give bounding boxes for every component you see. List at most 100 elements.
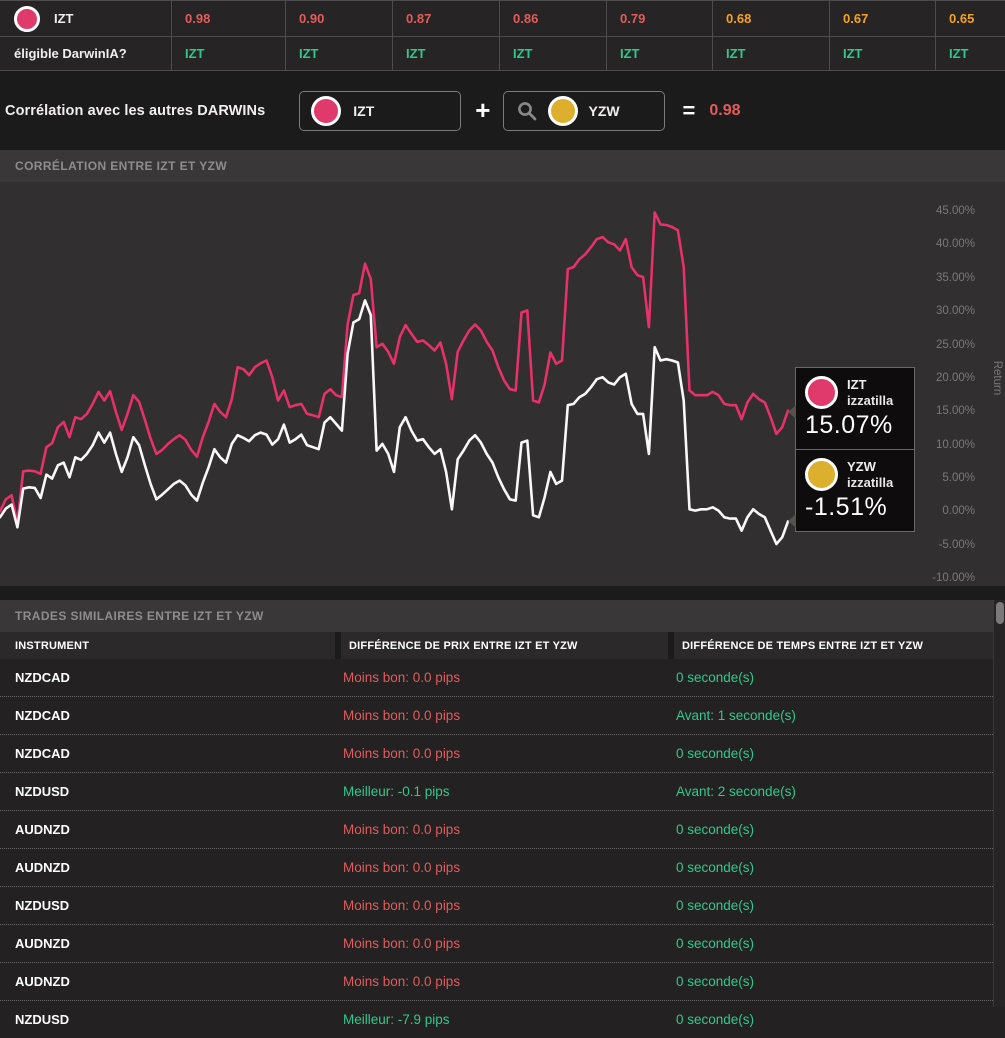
time-diff-cell: 0 seconde(s) [668, 822, 1005, 837]
tooltip-izt-icon [805, 376, 838, 409]
tooltip-izt-name: IZT [847, 377, 893, 393]
tooltip-izt-arrow-icon [788, 405, 796, 419]
darwin1-code: IZT [353, 103, 374, 119]
darwin1-select[interactable]: IZT [299, 91, 461, 131]
trades-section-title: TRADES SIMILAIRES ENTRE IZT ET YZW [15, 609, 264, 623]
tooltip-izt-value: 15.07% [805, 411, 905, 440]
price-diff-cell: Moins bon: 0.0 pips [335, 708, 668, 723]
matrix-correlation-cell: 0.65 [936, 1, 1005, 36]
y-tick-label: 25.00% [905, 339, 975, 351]
matrix-correlation-cell: 0.68 [713, 1, 830, 36]
correlation-matrix: IZT 0.980.900.870.860.790.680.670.65 éli… [0, 0, 1005, 71]
matrix-eligible-row: éligible DarwinIA? IZTIZTIZTIZTIZTIZTIZT… [0, 37, 1005, 70]
table-row: AUDNZDMoins bon: 0.0 pips0 seconde(s) [0, 849, 1005, 887]
y-tick-label: 40.00% [905, 238, 975, 250]
trades-table-header: INSTRUMENT DIFFÉRENCE DE PRIX ENTRE IZT … [0, 632, 1005, 659]
price-diff-cell: Moins bon: 0.0 pips [335, 936, 668, 951]
instrument-cell: NZDUSD [0, 1012, 335, 1027]
darwin-izt-icon [14, 6, 40, 32]
matrix-eligible-darwin-link[interactable]: IZT [936, 37, 1005, 70]
tooltip-yzw-name: YZW [847, 459, 893, 475]
selector-label: Corrélation avec les autres DARWINs [5, 103, 265, 119]
matrix-correlation-cell: 0.67 [830, 1, 936, 36]
darwin1-izt-icon [311, 96, 341, 126]
y-tick-label: 35.00% [905, 272, 975, 284]
darwin2-search-select[interactable]: YZW [503, 91, 665, 131]
chart-plot-area[interactable] [0, 182, 920, 586]
matrix-eligible-darwin-link[interactable]: IZT [286, 37, 393, 70]
table-row: NZDUSDMeilleur: -7.9 pips0 seconde(s) [0, 1001, 1005, 1038]
matrix-eligible-header-cell: éligible DarwinIA? [0, 37, 172, 70]
instrument-cell: AUDNZD [0, 822, 335, 837]
tooltip-yzw-icon [805, 458, 838, 491]
y-tick-label: 30.00% [905, 305, 975, 317]
tooltip-yzw-arrow-icon [788, 514, 796, 528]
y-tick-label: 15.00% [905, 405, 975, 417]
instrument-cell: NZDUSD [0, 898, 335, 913]
correlation-chart[interactable]: 45.00% 40.00% 35.00% 30.00% 25.00% 20.00% 15.0… [0, 182, 1005, 586]
trades-section-header: TRADES SIMILAIRES ENTRE IZT ET YZW [0, 600, 1005, 632]
correlation-result: 0.98 [709, 102, 740, 120]
table-row: AUDNZDMoins bon: 0.0 pips0 seconde(s) [0, 963, 1005, 1001]
series-line-izt [0, 212, 788, 523]
plus-operator: + [475, 95, 490, 126]
y-tick-label: 45.00% [905, 205, 975, 217]
table-row: NZDCADMoins bon: 0.0 pips0 seconde(s) [0, 735, 1005, 773]
darwin2-code: YZW [588, 103, 619, 119]
instrument-cell: NZDCAD [0, 670, 335, 685]
time-diff-cell: 0 seconde(s) [668, 860, 1005, 875]
time-diff-cell: 0 seconde(s) [668, 936, 1005, 951]
similar-trades-section: TRADES SIMILAIRES ENTRE IZT ET YZW INSTR… [0, 600, 1005, 1038]
matrix-darwin-row: IZT 0.980.900.870.860.790.680.670.65 [0, 1, 1005, 37]
tooltip-yzw-owner: izzatilla [847, 475, 893, 490]
table-row: AUDNZDMoins bon: 0.0 pips0 seconde(s) [0, 925, 1005, 963]
price-diff-cell: Moins bon: 0.0 pips [335, 670, 668, 685]
y-tick-label: 5.00% [905, 472, 975, 484]
matrix-eligible-darwin-link[interactable]: IZT [607, 37, 713, 70]
y-tick-label: -10.00% [905, 572, 975, 584]
instrument-cell: AUDNZD [0, 860, 335, 875]
matrix-eligible-label: éligible DarwinIA? [14, 46, 127, 61]
matrix-eligible-darwin-link[interactable]: IZT [500, 37, 607, 70]
matrix-darwin-cell[interactable]: IZT [0, 1, 172, 36]
col-header-price-diff: DIFFÉRENCE DE PRIX ENTRE IZT ET YZW [335, 632, 668, 659]
price-diff-cell: Moins bon: 0.0 pips [335, 822, 668, 837]
chart-section-title: CORRÉLATION ENTRE IZT ET YZW [15, 159, 227, 173]
instrument-cell: NZDUSD [0, 784, 335, 799]
price-diff-cell: Meilleur: -7.9 pips [335, 1012, 668, 1027]
matrix-eligible-darwin-link[interactable]: IZT [830, 37, 936, 70]
trades-table-body: NZDCADMoins bon: 0.0 pips0 seconde(s)NZD… [0, 659, 1005, 1038]
matrix-eligible-darwin-link[interactable]: IZT [393, 37, 500, 70]
instrument-cell: AUDNZD [0, 936, 335, 951]
time-diff-cell: 0 seconde(s) [668, 898, 1005, 913]
time-diff-cell: 0 seconde(s) [668, 974, 1005, 989]
instrument-cell: AUDNZD [0, 974, 335, 989]
vertical-scrollbar[interactable] [993, 600, 1005, 1007]
instrument-cell: NZDCAD [0, 708, 335, 723]
matrix-eligible-darwin-link[interactable]: IZT [713, 37, 830, 70]
y-tick-label: 20.00% [905, 372, 975, 384]
tooltip-yzw-value: -1.51% [805, 493, 905, 522]
table-row: NZDCADMoins bon: 0.0 pipsAvant: 1 second… [0, 697, 1005, 735]
time-diff-cell: 0 seconde(s) [668, 1012, 1005, 1027]
matrix-darwin-label: IZT [54, 11, 74, 26]
table-row: NZDCADMoins bon: 0.0 pips0 seconde(s) [0, 659, 1005, 697]
tooltip-izt-box: IZT izzatilla 15.07% [795, 367, 915, 450]
price-diff-cell: Moins bon: 0.0 pips [335, 746, 668, 761]
matrix-eligible-darwin-link[interactable]: IZT [172, 37, 286, 70]
search-icon [516, 100, 538, 122]
matrix-correlation-cell: 0.87 [393, 1, 500, 36]
time-diff-cell: Avant: 2 seconde(s) [668, 784, 1005, 799]
price-diff-cell: Moins bon: 0.0 pips [335, 974, 668, 989]
tooltip-yzw-box: YZW izzatilla -1.51% [795, 449, 915, 532]
chart-tooltip: IZT izzatilla 15.07% YZW izzatilla -1.51… [795, 367, 915, 532]
chart-section-header: CORRÉLATION ENTRE IZT ET YZW [0, 150, 1005, 182]
scrollbar-thumb[interactable] [996, 602, 1004, 624]
y-tick-label: 0.00% [905, 505, 975, 517]
spacer [0, 586, 1005, 600]
price-diff-cell: Meilleur: -0.1 pips [335, 784, 668, 799]
table-row: NZDUSDMoins bon: 0.0 pips0 seconde(s) [0, 887, 1005, 925]
matrix-correlation-cell: 0.90 [286, 1, 393, 36]
y-axis-title: Return [991, 353, 1003, 403]
equals-sign: = [682, 98, 695, 124]
